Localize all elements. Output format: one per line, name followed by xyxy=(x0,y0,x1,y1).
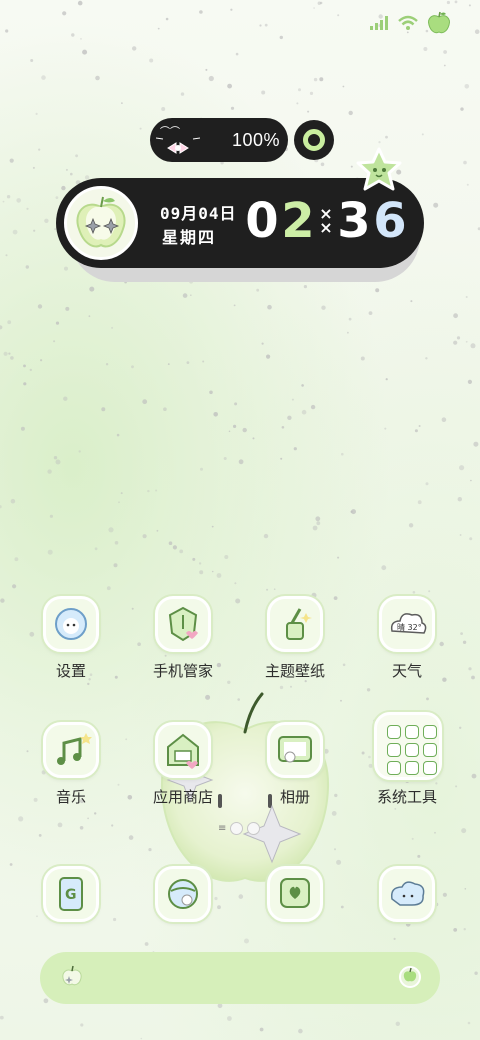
app-label: 手机管家 xyxy=(152,662,213,680)
apple-icon[interactable] xyxy=(398,964,422,988)
time-separator: × × xyxy=(319,204,333,237)
app-shield-heart[interactable]: 手机管家 xyxy=(128,596,238,706)
bubble-cloud-icon xyxy=(379,866,435,922)
folder-mini-icon xyxy=(405,725,419,739)
svg-text:晴 32°: 晴 32° xyxy=(397,622,422,632)
status-bar xyxy=(370,10,452,36)
app-label: 应用商店 xyxy=(152,788,213,806)
svg-text:⌒⌒: ⌒⌒ xyxy=(160,126,180,138)
clock-weekday: 星期四 xyxy=(162,228,217,247)
globe-cat-icon xyxy=(155,866,211,922)
folder-mini-icon xyxy=(423,743,437,757)
cat-bow-icon: ⌒⌒ xyxy=(156,126,200,154)
photo-album-icon xyxy=(267,722,323,778)
app-folder[interactable]: 系统工具 xyxy=(352,712,462,832)
folder-mini-icon xyxy=(387,743,401,757)
app-label: 设置 xyxy=(55,662,86,680)
app-label: 相册 xyxy=(279,788,310,806)
apple-icon[interactable] xyxy=(60,964,84,988)
shield-heart-icon xyxy=(155,596,211,652)
hour-tens-digit: 0 xyxy=(245,193,279,249)
page-dot xyxy=(230,822,243,835)
signal-icon xyxy=(370,16,388,30)
app-weather-cloud[interactable]: 晴 32° 天气 xyxy=(352,596,462,706)
folder-mini-icon xyxy=(423,761,437,775)
shop-house-icon xyxy=(155,722,211,778)
apple-battery-icon xyxy=(428,11,450,34)
dock xyxy=(40,952,440,1004)
page-dot xyxy=(247,822,260,835)
page-lines-icon: ≡ xyxy=(218,822,227,834)
minute-ones-digit: 6 xyxy=(373,193,407,249)
app-label: 音乐 xyxy=(55,788,86,806)
heart-note-icon xyxy=(267,866,323,922)
folder-mini-icon xyxy=(387,761,401,775)
clock-time: 0 2 × × 3 6 xyxy=(244,191,408,251)
folder-mini-icon xyxy=(405,743,419,757)
clock-date: 09月04日 xyxy=(160,204,237,223)
app-photo-album[interactable]: 相册 xyxy=(240,722,350,832)
hour-ones-digit: 2 xyxy=(281,193,315,249)
google-phone-icon: G xyxy=(43,866,99,922)
battery-percent: 100% xyxy=(232,130,281,150)
folder-icon xyxy=(374,712,442,780)
app-label: 主题壁纸 xyxy=(264,662,325,680)
wifi-icon xyxy=(398,15,418,30)
battery-ring-icon xyxy=(294,120,334,160)
folder-mini-icon xyxy=(423,725,437,739)
app-label: 天气 xyxy=(391,662,422,680)
apple-sparkle-icon xyxy=(64,186,138,260)
folder-mini-icon xyxy=(405,761,419,775)
paint-brush-icon xyxy=(267,596,323,652)
svg-text:G: G xyxy=(65,887,77,903)
folder-mini-icon xyxy=(387,725,401,739)
music-note-icon xyxy=(43,722,99,778)
star-badge-icon xyxy=(356,147,402,191)
app-music-note[interactable]: 音乐 xyxy=(16,722,126,832)
minute-tens-digit: 3 xyxy=(337,193,371,249)
page-indicator[interactable]: ≡ xyxy=(218,822,260,835)
gear-cat-icon xyxy=(43,596,99,652)
app-shop-house[interactable]: 应用商店 xyxy=(128,722,238,832)
app-label: 系统工具 xyxy=(376,788,437,806)
weather-cloud-icon: 晴 32° xyxy=(379,596,435,652)
app-paint-brush[interactable]: 主题壁纸 xyxy=(240,596,350,706)
app-gear-cat[interactable]: 设置 xyxy=(16,596,126,706)
